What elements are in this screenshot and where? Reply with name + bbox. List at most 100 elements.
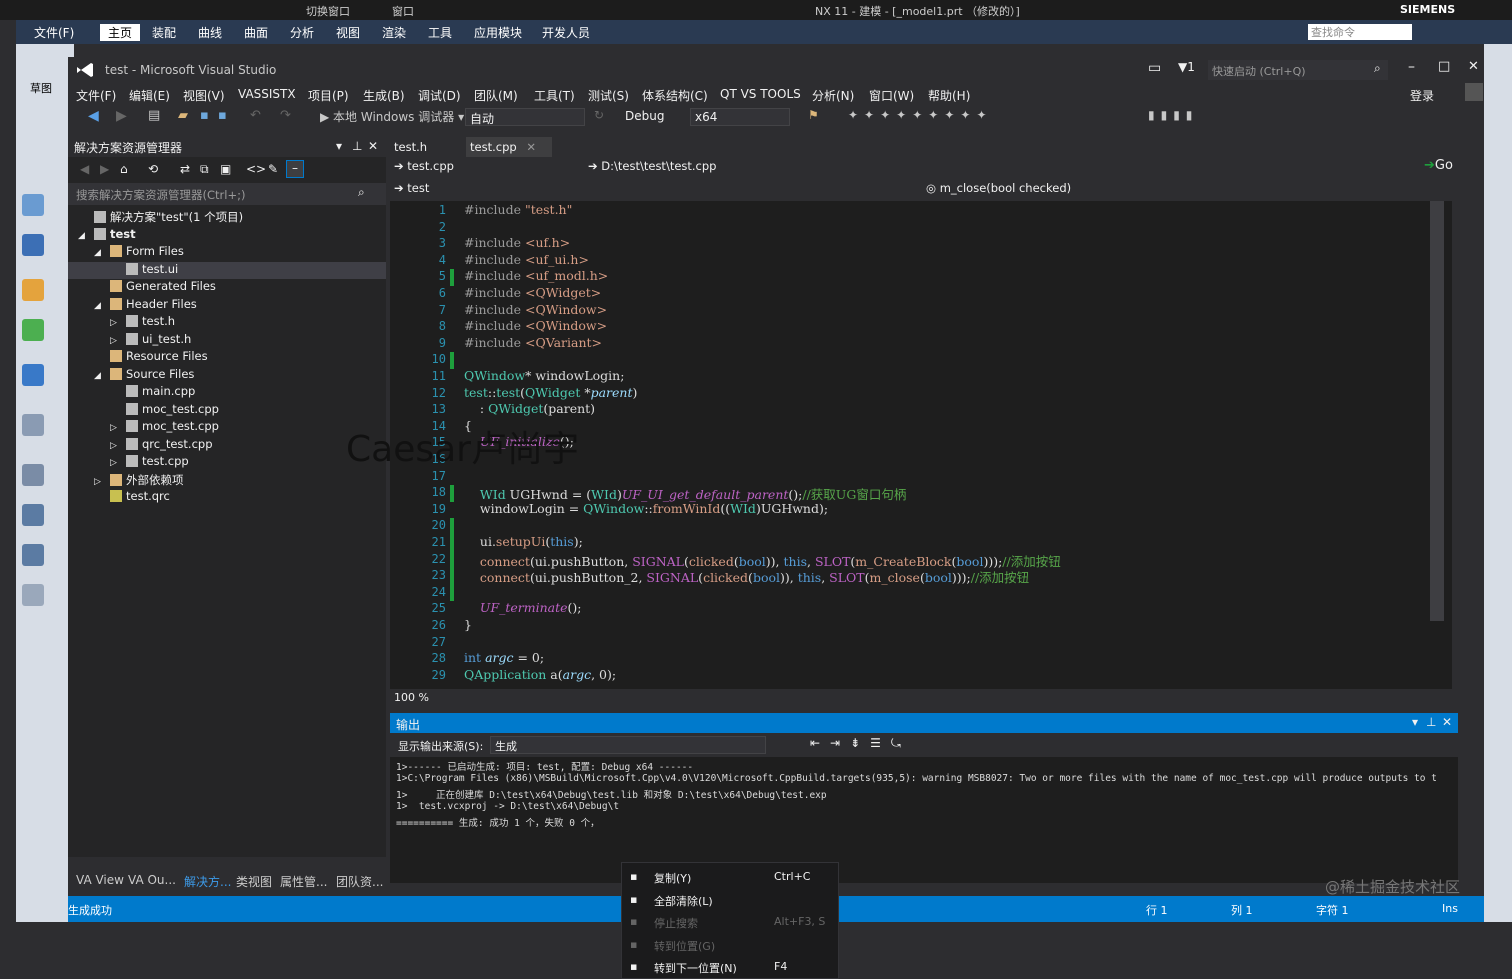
solution-config-dropdown[interactable]: 自动: [465, 108, 585, 126]
close-tab-icon[interactable]: ✕: [526, 140, 536, 154]
code-line[interactable]: #include <uf_modl.h>: [464, 268, 608, 283]
menu-help[interactable]: 帮助(H): [928, 87, 970, 104]
zoom-level[interactable]: 100 %: [394, 691, 429, 704]
expand-arrow-icon[interactable]: ▷: [110, 336, 126, 346]
minimize-button[interactable]: –: [1408, 59, 1415, 75]
nx-tab-home[interactable]: 主页: [100, 24, 141, 41]
tree-node[interactable]: test.qrc: [68, 489, 386, 506]
menu-analyze[interactable]: 分析(N): [812, 87, 854, 104]
scope-combo[interactable]: ➔ test: [394, 181, 922, 195]
tab-solution-explorer[interactable]: 解决方...: [184, 873, 231, 890]
nx-tab-tools[interactable]: 工具: [428, 24, 452, 41]
system-materials-icon[interactable]: [22, 584, 44, 606]
window-menu-button[interactable]: 窗口: [392, 3, 414, 19]
feedback-icon[interactable]: ▭: [1148, 60, 1161, 76]
qt-tools-icons[interactable]: ✦✦✦✦✦✦✦✦✦: [848, 108, 993, 122]
code-line[interactable]: int argc = 0;: [464, 650, 544, 665]
context-menu-item[interactable]: ▪ 转到位置(G): [622, 934, 838, 956]
tree-node[interactable]: 解决方案"test"(1 个项目): [68, 209, 386, 226]
menu-view[interactable]: 视图(V): [183, 87, 225, 104]
context-menu-item[interactable]: ▪ 复制(Y) Ctrl+C: [622, 866, 838, 888]
code-line[interactable]: #include <QWidget>: [464, 285, 601, 300]
tree-node[interactable]: ▷ qrc_test.cpp: [68, 437, 386, 454]
expand-arrow-icon[interactable]: ◢: [78, 231, 94, 241]
tree-node[interactable]: ▷ test.h: [68, 314, 386, 331]
expand-arrow-icon[interactable]: ▷: [110, 441, 126, 451]
close-panel-icon[interactable]: ✕: [1442, 715, 1452, 729]
tree-node[interactable]: Resource Files: [68, 349, 386, 366]
expand-arrow-icon[interactable]: ▷: [110, 423, 126, 433]
tab-va-view[interactable]: VA View: [76, 873, 124, 887]
file-combo[interactable]: ➔ test.cpp: [394, 159, 560, 173]
back-icon[interactable]: ◀: [80, 162, 89, 176]
account-avatar[interactable]: [1465, 83, 1483, 101]
sync-icon[interactable]: ⟲: [148, 162, 158, 176]
tab-va-outline[interactable]: VA Ou...: [128, 873, 176, 887]
redo-icon[interactable]: ↷: [280, 108, 291, 123]
collapse-all-icon[interactable]: ⧉: [200, 162, 209, 177]
pin-icon[interactable]: ⊥: [1426, 715, 1436, 729]
view-code-icon[interactable]: <>: [246, 162, 266, 176]
tree-node[interactable]: ◢ Form Files: [68, 244, 386, 261]
process-studio-icon[interactable]: [22, 504, 44, 526]
menu-file[interactable]: 文件(F): [76, 87, 116, 104]
code-line[interactable]: QWindow* windowLogin;: [464, 368, 624, 383]
open-file-icon[interactable]: ▰: [178, 108, 188, 123]
output-toolbar-icons[interactable]: ⇤⇥⇟☰⤿: [810, 736, 911, 751]
solution-search-input[interactable]: 搜索解决方案资源管理器(Ctrl+;): [68, 183, 386, 205]
nx-tab-analysis[interactable]: 分析: [290, 24, 314, 41]
nx-search-input[interactable]: 查找命令: [1308, 24, 1412, 40]
expand-arrow-icon[interactable]: ◢: [94, 248, 110, 258]
refresh-icon[interactable]: ↻: [594, 108, 604, 122]
code-line[interactable]: test::test(QWidget *parent): [464, 385, 637, 400]
expand-arrow-icon[interactable]: ◢: [94, 301, 110, 311]
bookmark-icons[interactable]: ▮▮▮▮: [1148, 108, 1198, 122]
back-icon[interactable]: ◀: [88, 108, 99, 124]
tab-property-manager[interactable]: 属性管...: [280, 873, 327, 890]
configuration-dropdown[interactable]: Debug: [621, 108, 683, 126]
menu-edit[interactable]: 编辑(E): [129, 87, 170, 104]
roles-icon[interactable]: [22, 544, 44, 566]
code-line[interactable]: connect(ui.pushButton_2, SIGNAL(clicked(…: [464, 567, 1029, 586]
code-line[interactable]: ui.setupUi(this);: [464, 534, 583, 549]
code-line[interactable]: #include <QVariant>: [464, 335, 602, 350]
quick-launch-input[interactable]: 快速启动 (Ctrl+Q): [1208, 60, 1388, 80]
code-line[interactable]: #include "test.h": [464, 202, 572, 217]
menu-test[interactable]: 测试(S): [588, 87, 629, 104]
tree-node[interactable]: ▷ ui_test.h: [68, 332, 386, 349]
nx-tab-app-modules[interactable]: 应用模块: [474, 24, 522, 41]
code-line[interactable]: : QWidget(parent): [464, 401, 595, 416]
tree-node[interactable]: ◢ test: [68, 227, 386, 244]
undo-icon[interactable]: ↶: [250, 108, 261, 123]
tab-class-view[interactable]: 类视图: [236, 873, 272, 890]
preview-icon[interactable]: –: [286, 160, 304, 178]
menu-project[interactable]: 项目(P): [308, 87, 349, 104]
menu-team[interactable]: 团队(M): [474, 87, 518, 104]
nx-tab-curve[interactable]: 曲线: [198, 24, 222, 41]
code-line[interactable]: UF_terminate();: [464, 600, 582, 615]
context-menu-item[interactable]: ▪ 停止搜索 Alt+F3, S: [622, 911, 838, 933]
expand-arrow-icon[interactable]: ▷: [94, 477, 110, 487]
forward-icon[interactable]: ▶: [116, 108, 127, 124]
tree-node[interactable]: Generated Files: [68, 279, 386, 296]
expand-arrow-icon[interactable]: ▷: [110, 458, 126, 468]
member-combo[interactable]: ◎ m_close(bool checked): [926, 181, 1071, 195]
notification-icon[interactable]: ▼1: [1178, 60, 1195, 74]
expand-arrow-icon[interactable]: ◢: [94, 371, 110, 381]
vertical-scrollbar[interactable]: [1430, 201, 1444, 621]
menu-architecture[interactable]: 体系结构(C): [642, 87, 708, 104]
nx-tab-view[interactable]: 视图: [336, 24, 360, 41]
close-button[interactable]: ✕: [1468, 59, 1479, 74]
code-line[interactable]: #include <uf_ui.h>: [464, 252, 589, 267]
sign-in-link[interactable]: 登录: [1410, 87, 1434, 104]
code-line[interactable]: #include <QWindow>: [464, 318, 607, 333]
new-project-icon[interactable]: ▤: [148, 108, 160, 123]
expand-arrow-icon[interactable]: ▷: [110, 318, 126, 328]
tab-test-cpp[interactable]: test.cpp ✕: [466, 137, 552, 157]
refresh-icon[interactable]: ⇄: [180, 162, 190, 176]
assembly-navigator-icon[interactable]: [22, 194, 44, 216]
home-icon[interactable]: ⌂: [120, 162, 128, 176]
part-navigator-icon[interactable]: [22, 279, 44, 301]
code-line[interactable]: QApplication a(argc, 0);: [464, 667, 616, 682]
tree-node[interactable]: ◢ Source Files: [68, 367, 386, 384]
